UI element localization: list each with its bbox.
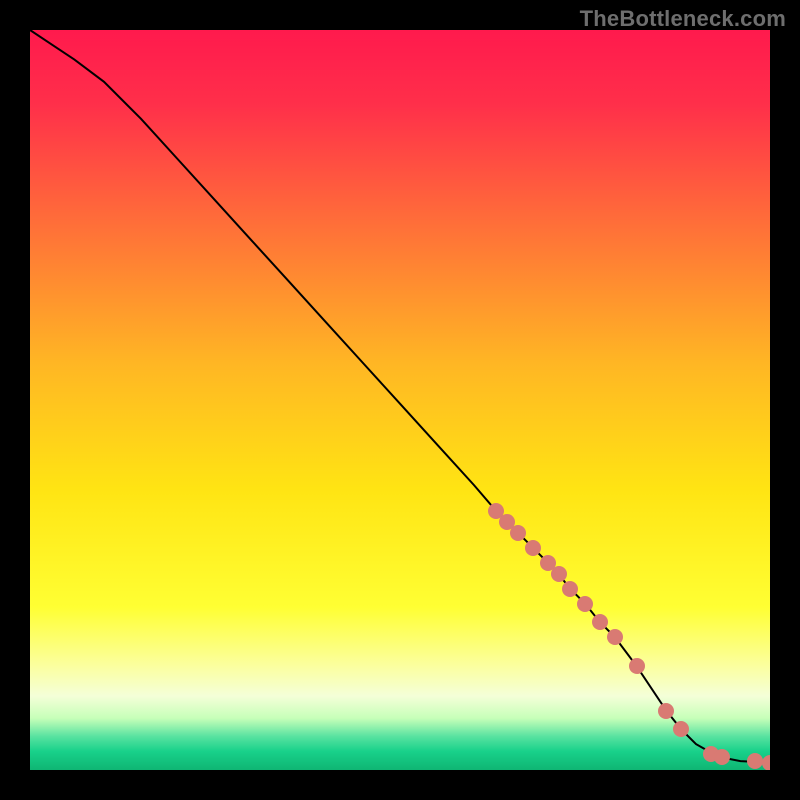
- data-point-marker: [551, 566, 567, 582]
- data-point-marker: [592, 614, 608, 630]
- data-point-marker: [762, 755, 770, 770]
- chart-frame: TheBottleneck.com: [0, 0, 800, 800]
- data-point-marker: [577, 596, 593, 612]
- chart-line-layer: [30, 30, 770, 770]
- data-point-marker: [714, 749, 730, 765]
- watermark-text: TheBottleneck.com: [580, 6, 786, 32]
- data-point-marker: [607, 629, 623, 645]
- data-point-marker: [562, 581, 578, 597]
- plot-area: [30, 30, 770, 770]
